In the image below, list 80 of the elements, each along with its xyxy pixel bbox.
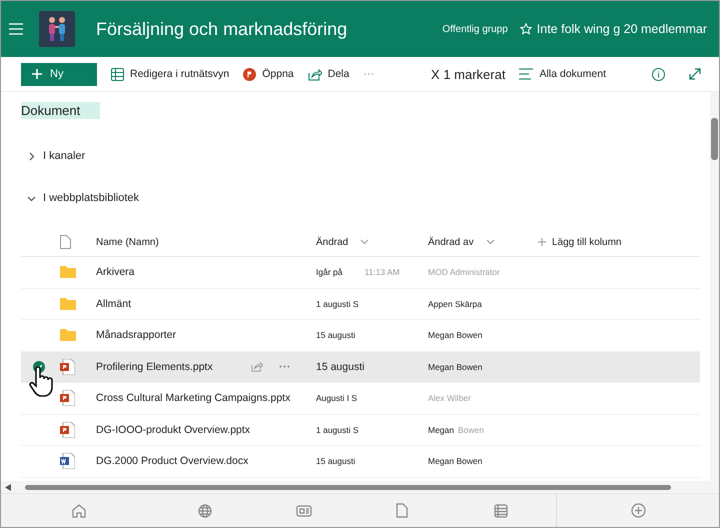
list-icon[interactable] [494, 504, 508, 518]
powerpoint-file-icon [60, 358, 75, 375]
modified-date: Augusti I S [316, 393, 358, 404]
modified-by: Appen Skärpa [428, 298, 482, 309]
chevron-icon [27, 152, 36, 160]
file-name[interactable]: Arkivera [96, 266, 135, 278]
globe-icon[interactable] [198, 504, 212, 518]
open-button[interactable]: Öppna [243, 68, 294, 80]
privacy-label: Offentlig grupp [442, 24, 508, 34]
plus-icon [538, 238, 546, 246]
folder-icon [60, 329, 76, 342]
news-icon[interactable] [296, 504, 312, 516]
expand-icon[interactable] [689, 68, 701, 80]
file-type-icon [60, 235, 71, 249]
powerpoint-file-icon [60, 422, 75, 438]
modified-by: MOD Administrator [428, 267, 500, 278]
share-icon [308, 68, 322, 80]
file-name[interactable]: Månadsrapporter [96, 329, 176, 342]
modified-by: Bowen [458, 424, 484, 435]
site-title[interactable]: Försäljning och marknadsföring [96, 18, 348, 40]
file-row[interactable]: Cross Cultural Marketing Campaigns.pptx Augusti I S Alex Wilber [21, 383, 700, 414]
view-selector[interactable]: Alla dokument [519, 68, 606, 80]
modified-date: 1 augusti S [316, 298, 359, 309]
members-label[interactable]: Inte folk wing g 20 medlemmar [536, 22, 707, 36]
section-toggle[interactable]: I webbplatsbibliotek [27, 192, 140, 204]
modified-by: Megan Bowen [428, 456, 482, 466]
plus-icon [32, 69, 42, 79]
modified-by: Alex Wilber [428, 393, 471, 404]
chevron-icon[interactable] [360, 239, 370, 245]
modified-date: Igår på [316, 267, 342, 278]
file-name[interactable]: Allmänt [96, 298, 132, 310]
modified-date: 15 augusti [316, 360, 364, 373]
folder-icon [60, 266, 76, 278]
chevron-icon[interactable] [486, 239, 495, 245]
folder-icon [60, 298, 76, 310]
home-icon[interactable] [72, 504, 86, 518]
hand-cursor-icon [28, 366, 56, 398]
share-icon[interactable] [251, 361, 263, 372]
menu-icon[interactable] [9, 23, 23, 35]
modified-time: 11:13 AM [364, 267, 400, 278]
star-icon[interactable] [520, 23, 532, 35]
scroll-left-icon[interactable] [5, 484, 11, 490]
word-file-icon [60, 453, 75, 470]
modified-by: Megan [428, 424, 454, 435]
new-button[interactable]: Ny [21, 62, 97, 86]
grid-icon [111, 68, 124, 80]
selection-count[interactable]: X 1 markerat [431, 66, 506, 82]
file-name[interactable]: DG.2000 Product Overview.docx [96, 455, 248, 468]
page-title: Dokument [21, 102, 100, 119]
chevron-icon [27, 194, 36, 202]
share-button[interactable]: Dela [308, 68, 350, 80]
file-name[interactable]: DG-IOOO-produkt Overview.pptx [96, 424, 250, 436]
column-header[interactable]: Ändrad av [428, 236, 474, 248]
group-logo[interactable] [39, 11, 75, 47]
modified-date: 15 augusti [316, 330, 356, 340]
add-icon[interactable] [630, 503, 646, 518]
file-icon[interactable] [396, 503, 408, 518]
file-name[interactable]: Cross Cultural Marketing Campaigns.pptx [96, 392, 290, 404]
modified-by: Megan Bowen [428, 330, 482, 340]
modified-by: Megan Bowen [428, 362, 482, 372]
file-row[interactable]: DG-IOOO-produkt Overview.pptx 1 augusti S Megan Bowen [21, 414, 700, 446]
more-button[interactable]: ··· [363, 68, 374, 80]
modified-date: 1 augusti S [316, 424, 359, 435]
column-header[interactable]: Name (Namn) [96, 236, 316, 248]
vertical-scrollbar[interactable] [710, 92, 719, 481]
file-name[interactable]: Profilering Elements.pptx [96, 360, 213, 373]
file-row[interactable]: Allmänt 1 augusti S Appen Skärpa [21, 288, 700, 320]
powerpoint-file-icon [60, 390, 75, 406]
file-row[interactable]: Arkivera Igår på 11:13 AM MOD Administrator [21, 257, 700, 288]
powerpoint-icon [243, 68, 256, 80]
lines-icon [519, 68, 534, 80]
modified-date: 15 augusti [316, 456, 356, 466]
more-icon[interactable] [279, 365, 290, 368]
horizontal-scrollbar[interactable] [1, 481, 719, 493]
file-row[interactable]: DG.2000 Product Overview.docx 15 augusti Megan Bowen [21, 446, 700, 478]
info-icon[interactable] [652, 68, 665, 80]
add-column-button[interactable]: Lägg till kolumn [538, 236, 700, 248]
edit-grid-button[interactable]: Redigera i rutnätsvyn [111, 68, 230, 80]
column-header[interactable]: Ändrad [316, 236, 348, 248]
section-toggle[interactable]: I kanaler [27, 150, 86, 162]
